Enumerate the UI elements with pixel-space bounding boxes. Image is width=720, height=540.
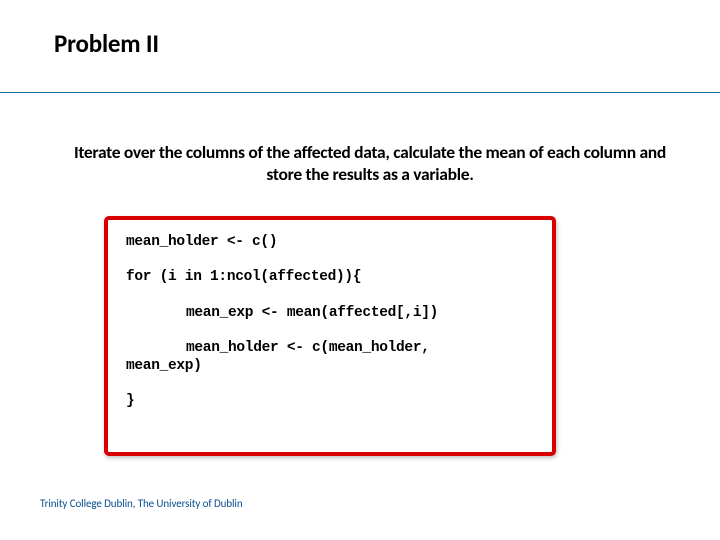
code-block: mean_holder <- c() for (i in 1:ncol(affe…: [104, 216, 556, 456]
divider: [0, 92, 720, 93]
code-line: mean_exp <- mean(affected[,i]): [126, 305, 534, 322]
code-line: for (i in 1:ncol(affected)){: [126, 269, 534, 286]
code-fragment: mean_exp): [126, 358, 202, 374]
instruction-text: Iterate over the columns of the affected…: [70, 142, 670, 186]
code-line: mean_holder <- c(): [126, 234, 534, 251]
code-line: }: [126, 393, 534, 410]
code-fragment: mean_holder <- c(mean_holder,: [126, 340, 430, 357]
title-area: Problem II: [0, 0, 720, 59]
footer-text: Trinity College Dublin, The University o…: [40, 497, 243, 510]
slide-title: Problem II: [54, 28, 720, 59]
code-line: mean_holder <- c(mean_holder,mean_exp): [126, 340, 534, 375]
slide: Problem II Iterate over the columns of t…: [0, 0, 720, 540]
